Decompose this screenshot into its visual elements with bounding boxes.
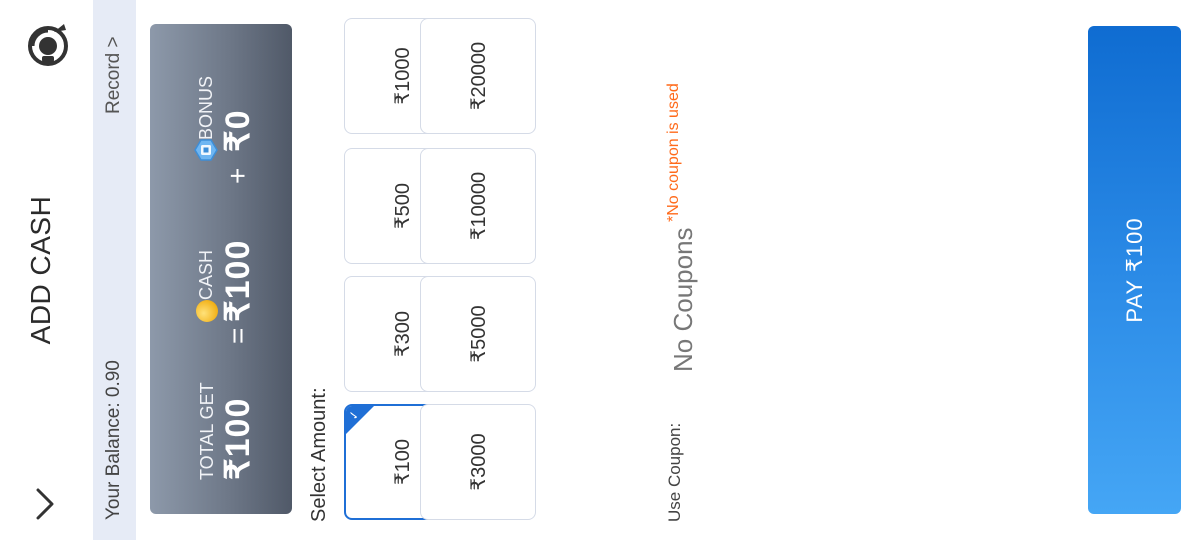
total-label: TOTAL GET (197, 382, 217, 480)
amount-option-20000[interactable]: ₹20000 (420, 18, 536, 134)
total-value: ₹100 (219, 397, 257, 480)
bonus-label: BONUS (196, 75, 216, 140)
amount-option-label: ₹5000 (467, 305, 490, 363)
amount-option-5000[interactable]: ₹5000 (420, 276, 536, 392)
equals-sign: = (222, 327, 253, 344)
bonus-icon (194, 138, 218, 162)
plus-sign: + (222, 167, 253, 184)
page-title: ADD CASH (25, 195, 56, 345)
amount-option-10000[interactable]: ₹10000 (420, 148, 536, 264)
bonus-value: ₹0 (219, 109, 257, 152)
headset-icon[interactable] (24, 20, 72, 70)
coupon-note: *No coupon is used (665, 83, 682, 222)
coupon-label: Use Coupon: (665, 422, 684, 522)
cash-value: ₹100 (219, 239, 257, 322)
amount-option-label: ₹20000 (467, 41, 490, 111)
amount-option-label: ₹300 (391, 310, 414, 358)
coin-icon (196, 300, 218, 322)
coupon-selector[interactable]: No Coupons (668, 227, 699, 372)
amount-option-label: ₹1000 (391, 47, 414, 105)
balance-text: Your Balance: 0.90 (103, 360, 124, 520)
amount-option-label: ₹500 (391, 182, 414, 230)
record-link[interactable]: Record > (103, 36, 125, 114)
amount-option-3000[interactable]: ₹3000 (420, 404, 536, 520)
cash-label: CASH (196, 249, 216, 300)
pay-button[interactable]: PAY ₹100 (1088, 26, 1181, 514)
select-amount-label: Select Amount: (308, 387, 330, 522)
amount-option-label: ₹10000 (467, 171, 490, 241)
amount-option-label: ₹3000 (467, 433, 490, 491)
amount-option-label: ₹100 (391, 438, 414, 486)
checkmark-icon: ✓ (347, 410, 361, 421)
add-cash-screen: ADD CASH Your Balance: 0.90 Record > TOT… (0, 0, 1204, 540)
